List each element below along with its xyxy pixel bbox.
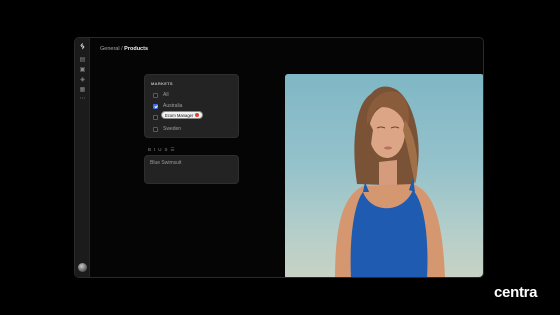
markets-panel: MARKETS All Australia Sweden	[144, 74, 239, 138]
market-label: Australia	[163, 103, 183, 109]
app-window: ᛃ ▤ ▣ ◈ ▦ ⋯ General / Products MARKETS A…	[74, 37, 484, 278]
centra-brand-logo: centra	[494, 284, 538, 301]
product-image	[285, 74, 483, 277]
collaborator-chip: Ecom Manager	[161, 111, 204, 119]
breadcrumb-separator: /	[121, 46, 123, 52]
grid-icon[interactable]: ▤	[79, 57, 86, 63]
bold-icon[interactable]: B	[148, 147, 151, 152]
avatar[interactable]	[78, 263, 87, 272]
checkbox[interactable]	[153, 92, 158, 98]
sidebar-rail: ᛃ ▤ ▣ ◈ ▦ ⋯	[75, 38, 90, 277]
market-label: All	[163, 92, 169, 98]
breadcrumb: General / Products	[100, 46, 148, 52]
box-icon[interactable]: ▣	[79, 67, 86, 73]
checkbox-checked[interactable]	[153, 103, 158, 109]
italic-icon[interactable]: I	[154, 147, 155, 152]
list-icon[interactable]: ▦	[79, 87, 86, 93]
presence-dot-icon	[195, 113, 200, 117]
market-label: Sweden	[163, 126, 182, 132]
checkbox[interactable]	[153, 114, 158, 120]
checkbox[interactable]	[153, 126, 158, 132]
breadcrumb-parent[interactable]: General	[100, 46, 120, 52]
centra-logo-icon[interactable]: ᛃ	[78, 42, 87, 51]
strikethrough-icon[interactable]: S	[165, 147, 168, 152]
description-text: Blue Swimsuit	[150, 160, 182, 166]
underline-icon[interactable]: U	[158, 147, 161, 152]
breadcrumb-current: Products	[124, 46, 149, 52]
market-option-australia[interactable]: Australia	[153, 103, 182, 109]
description-field[interactable]: Blue Swimsuit	[144, 155, 239, 184]
model-photo-illustration	[335, 86, 445, 277]
more-icon[interactable]: ⋯	[79, 96, 86, 102]
list-format-icon[interactable]: ☰	[171, 147, 175, 152]
market-option-sweden[interactable]: Sweden	[153, 126, 181, 132]
market-option-all[interactable]: All	[153, 92, 169, 98]
markets-heading: MARKETS	[151, 81, 173, 86]
tag-icon[interactable]: ◈	[79, 77, 86, 83]
format-toolbar: B I U S ☰	[148, 147, 175, 152]
collaborator-name: Ecom Manager	[165, 112, 194, 118]
